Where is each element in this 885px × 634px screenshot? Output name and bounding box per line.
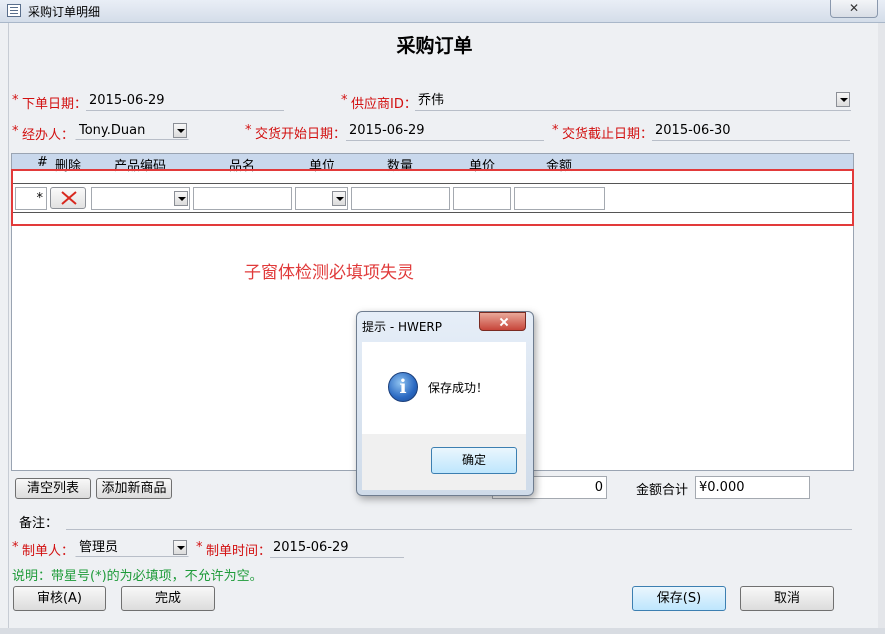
- handler-star: *: [12, 124, 19, 139]
- delivery-end-label: 交货截止日期：: [562, 127, 654, 142]
- annotation-note: 子窗体检测必填项失灵: [244, 263, 414, 283]
- creator-label: 制单人：: [22, 544, 75, 559]
- annotation-highlight-box: [11, 169, 854, 226]
- handler-label: 经办人：: [22, 128, 75, 143]
- created-time-field[interactable]: 2015-06-29: [270, 539, 404, 558]
- supplier-value: 乔伟: [418, 93, 445, 108]
- remarks-field[interactable]: [66, 529, 852, 530]
- window-close-button[interactable]: ✕: [830, 0, 878, 18]
- dialog-title: 提示 - HWERP: [362, 320, 443, 334]
- order-date-field[interactable]: 2015-06-29: [86, 92, 284, 111]
- cancel-button[interactable]: 取消: [740, 586, 834, 611]
- delivery-end-star: *: [552, 123, 559, 138]
- supplier-combo[interactable]: 乔伟: [415, 92, 851, 111]
- delivery-start-label: 交货开始日期：: [255, 127, 347, 142]
- dialog-ok-button[interactable]: 确定: [431, 447, 517, 474]
- delivery-start-field[interactable]: 2015-06-29: [346, 122, 544, 141]
- dialog-close-button[interactable]: [479, 312, 526, 331]
- chevron-down-icon[interactable]: [173, 540, 187, 555]
- window-title: 采购订单明细: [28, 5, 101, 19]
- supplier-label: 供应商ID：: [351, 97, 417, 112]
- amount-total-label: 金额合计: [636, 483, 689, 498]
- handler-combo[interactable]: Tony.Duan: [75, 121, 189, 140]
- order-date-star: *: [12, 93, 19, 108]
- delivery-start-star: *: [245, 123, 252, 138]
- save-button[interactable]: 保存(S): [632, 586, 726, 611]
- add-product-button[interactable]: 添加新商品: [96, 478, 172, 499]
- required-fields-note: 说明：带星号(*)的为必填项，不允许为空。: [12, 569, 263, 584]
- form-icon: [7, 4, 21, 17]
- information-icon: i: [388, 372, 418, 402]
- col-header-index: #: [37, 155, 48, 170]
- created-time-label: 制单时间：: [206, 544, 272, 559]
- remarks-label: 备注：: [19, 516, 59, 531]
- background-window-edge-bottom: [0, 628, 885, 634]
- background-window-edge: [878, 23, 885, 634]
- chevron-down-icon[interactable]: [836, 92, 850, 107]
- dialog-message: 保存成功！: [428, 381, 489, 395]
- handler-value: Tony.Duan: [79, 123, 146, 138]
- created-time-star: *: [196, 540, 203, 555]
- amount-total-field[interactable]: ¥0.000: [695, 476, 810, 499]
- window-titlebar[interactable]: [0, 0, 885, 23]
- creator-star: *: [12, 540, 19, 555]
- review-button[interactable]: 审核(A): [13, 586, 106, 611]
- chevron-down-icon[interactable]: [173, 123, 187, 138]
- supplier-star: *: [341, 93, 348, 108]
- done-button[interactable]: 完成: [121, 586, 215, 611]
- order-date-label: 下单日期：: [22, 97, 88, 112]
- creator-value: 管理员: [79, 540, 119, 555]
- delivery-end-field[interactable]: 2015-06-30: [652, 122, 850, 141]
- creator-combo[interactable]: 管理员: [75, 538, 189, 557]
- clear-list-button[interactable]: 清空列表: [15, 478, 91, 499]
- form-title: 采购订单: [396, 35, 473, 57]
